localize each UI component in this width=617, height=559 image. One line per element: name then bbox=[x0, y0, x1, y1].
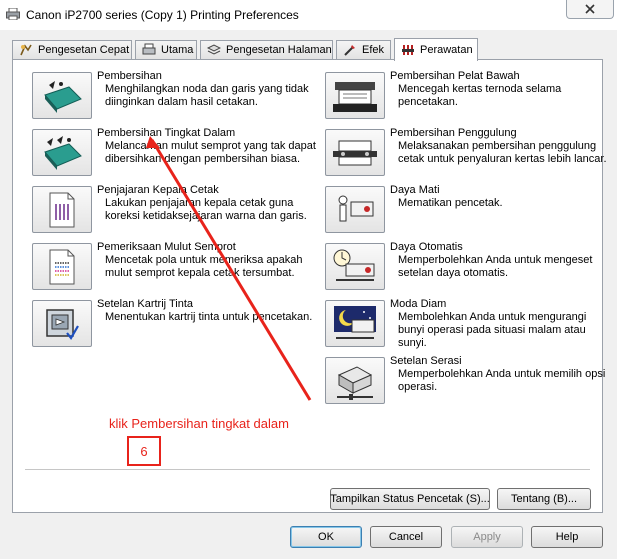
tab-label: Perawatan bbox=[420, 44, 473, 56]
annotation-step-number: 6 bbox=[140, 443, 148, 459]
printing-preferences-window: Canon iP2700 series (Copy 1) Printing Pr… bbox=[0, 0, 617, 559]
tab-maintenance[interactable]: Perawatan bbox=[394, 38, 478, 61]
maintenance-icon bbox=[402, 45, 414, 55]
annotation-text: klik Pembersihan tingkat dalam bbox=[109, 416, 289, 431]
annotation-arrow bbox=[146, 136, 312, 401]
annotation-step-box: 6 bbox=[127, 436, 161, 466]
